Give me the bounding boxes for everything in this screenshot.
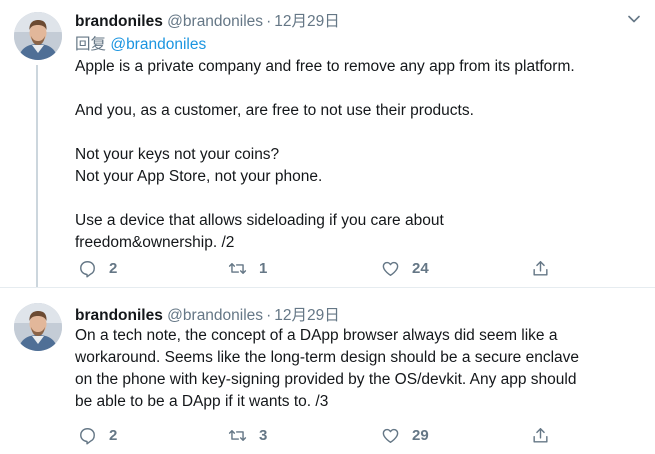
tweet-paragraph: And you, as a customer, are free to not … [75, 102, 474, 119]
heart-icon [382, 428, 399, 443]
tweet-header: brandoniles @brandoniles · 12月29日 [75, 9, 340, 31]
share-button[interactable] [531, 257, 562, 279]
avatar[interactable] [14, 12, 62, 60]
tweet-text: Apple is a private company and free to r… [75, 56, 645, 254]
retweet-button[interactable]: 1 [228, 257, 267, 279]
tweet-paragraph: Not your keys not your coins? Not your A… [75, 146, 323, 185]
tweet-paragraph: Use a device that allows sideloading if … [75, 212, 444, 251]
display-name[interactable]: brandoniles [75, 307, 163, 324]
separator-dot: · [266, 307, 272, 324]
avatar-photo [14, 12, 62, 60]
user-handle[interactable]: @brandoniles [167, 307, 263, 324]
retweet-count: 1 [259, 259, 268, 277]
thread-line [36, 65, 38, 287]
tweet-date[interactable]: 12月29日 [274, 307, 339, 324]
display-name[interactable]: brandoniles [75, 13, 163, 30]
tweet-header: brandoniles @brandoniles · 12月29日 [75, 303, 340, 325]
avatar[interactable] [14, 303, 62, 351]
separator-dot: · [266, 13, 272, 30]
tweet-paragraph: Apple is a private company and free to r… [75, 58, 575, 75]
tweet-actions: 2 3 29 [75, 424, 565, 446]
retweet-count: 3 [259, 426, 268, 444]
retweet-icon [228, 262, 247, 274]
tweet-text: On a tech note, the concept of a DApp br… [75, 325, 645, 413]
avatar-photo [14, 303, 62, 351]
share-button[interactable] [531, 424, 562, 446]
reply-button[interactable]: 2 [78, 257, 117, 279]
tweet-paragraph: On a tech note, the concept of a DApp br… [75, 327, 580, 410]
reply-icon [80, 427, 95, 445]
share-icon [533, 427, 548, 443]
chevron-down-icon[interactable] [627, 12, 641, 26]
share-icon [533, 260, 548, 276]
heart-icon [382, 261, 399, 276]
tweet[interactable]: brandoniles @brandoniles · 12月29日 回复 @bran… [0, 0, 655, 287]
replying-to: 回复 @brandoniles [75, 32, 206, 54]
tweet-date[interactable]: 12月29日 [274, 13, 339, 30]
retweet-button[interactable]: 3 [228, 424, 267, 446]
reply-mention-link[interactable]: @brandoniles [110, 36, 206, 53]
retweet-icon [228, 429, 247, 441]
like-button[interactable]: 24 [381, 257, 429, 279]
user-handle[interactable]: @brandoniles [167, 13, 263, 30]
reply-icon [80, 260, 95, 278]
replying-to-label: 回复 [75, 36, 107, 53]
like-count: 29 [412, 426, 429, 444]
reply-count: 2 [109, 426, 118, 444]
tweet[interactable]: brandoniles @brandoniles · 12月29日 On a tec… [0, 287, 655, 454]
like-button[interactable]: 29 [381, 424, 429, 446]
like-count: 24 [412, 259, 429, 277]
reply-count: 2 [109, 259, 118, 277]
reply-button[interactable]: 2 [78, 424, 117, 446]
tweet-actions: 2 1 24 [75, 257, 565, 279]
